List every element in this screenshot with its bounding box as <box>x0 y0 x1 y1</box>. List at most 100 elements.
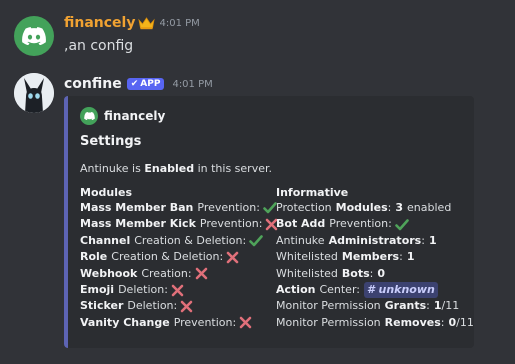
embed-author-name[interactable]: financely <box>104 109 165 123</box>
module-label: Creation: <box>141 266 192 280</box>
module-name: Webhook <box>80 266 138 280</box>
module-name: Role <box>80 250 108 264</box>
channel-mention[interactable]: # unknown <box>364 281 438 299</box>
info-key: Administrators <box>328 233 422 247</box>
module-row: Emoji Deletion: <box>80 282 278 298</box>
message-header: financely 4:01 PM <box>64 15 200 31</box>
informative-field: Informative Protection Modules:3 enabled Bo… <box>276 185 474 331</box>
desc-text: in this server. <box>197 162 272 175</box>
info-label: Prevention: <box>329 217 392 231</box>
info-key: Grants <box>384 299 427 313</box>
info-value: 1 <box>406 250 415 264</box>
message-header: confine ✔ APP 4:01 PM <box>64 76 213 92</box>
module-label: Creation & Deletion: <box>111 250 224 264</box>
module-row: Mass Member Ban Prevention: <box>80 200 278 216</box>
module-label: Deletion: <box>118 282 168 296</box>
timestamp: 4:01 PM <box>159 17 200 29</box>
embed: financely Settings Antinuke is Enabled i… <box>64 96 474 348</box>
info-row: Bot Add Prevention: <box>276 216 474 232</box>
username[interactable]: confine <box>64 76 122 92</box>
field-title: Informative <box>276 186 349 199</box>
info-key: Bots <box>341 266 370 280</box>
module-label: Prevention: <box>173 315 237 329</box>
timestamp: 4:01 PM <box>172 78 213 90</box>
cross-icon <box>226 251 239 264</box>
module-label: Creation & Deletion: <box>134 233 247 247</box>
info-value-suffix: /11 <box>456 315 474 329</box>
info-label: Antinuke <box>276 233 325 247</box>
module-name: Vanity Change <box>80 315 170 329</box>
info-label: : <box>387 201 392 214</box>
message-content: ,an config <box>64 38 134 54</box>
module-name: Mass Member Ban <box>80 201 194 214</box>
embed-title: Settings <box>80 134 142 149</box>
info-label: Whitelisted <box>276 250 338 264</box>
crown-icon <box>138 16 156 30</box>
desc-text: Antinuke is <box>80 162 141 175</box>
info-row: Monitor Permission Grants:1/11 <box>276 298 474 314</box>
info-label: Center: <box>319 282 360 296</box>
info-key: Modules <box>335 201 388 214</box>
info-value: 0 <box>377 266 386 280</box>
module-row: Channel Creation & Deletion: <box>80 233 278 249</box>
author-avatar[interactable] <box>80 107 98 125</box>
app-badge: ✔ APP <box>126 78 165 90</box>
embed-description: Antinuke is Enabled in this server. <box>80 162 272 175</box>
cross-icon <box>195 267 208 280</box>
module-label: Prevention: <box>199 217 263 231</box>
avatar[interactable] <box>14 73 54 113</box>
cross-icon <box>171 284 184 297</box>
module-label: Deletion: <box>127 299 178 313</box>
info-label: Monitor Permission <box>276 315 381 329</box>
info-row: Antinuke Administrators:1 <box>276 233 474 249</box>
info-label: : <box>440 315 445 329</box>
info-key: Action <box>276 282 316 296</box>
info-row: Whitelisted Members:1 <box>276 249 474 265</box>
info-row: Whitelisted Bots:0 <box>276 266 474 282</box>
info-label: Protection <box>276 201 332 214</box>
cross-icon <box>180 300 193 313</box>
module-row: Webhook Creation: <box>80 266 278 282</box>
info-label: : <box>399 250 403 264</box>
discord-logo-icon <box>83 112 95 120</box>
info-value-suffix: enabled <box>407 201 452 214</box>
module-name: Sticker <box>80 299 124 313</box>
info-row: Monitor Permission Removes:0/11 <box>276 315 474 331</box>
module-row: Vanity Change Prevention: <box>80 315 278 331</box>
modules-field: Modules Mass Member Ban Prevention: Mass M… <box>80 185 278 331</box>
info-value: 1 <box>428 233 437 247</box>
module-name: Channel <box>80 233 131 247</box>
info-value: 3 <box>395 201 404 214</box>
discord-logo-icon <box>22 27 46 45</box>
checkmark-icon <box>395 218 409 231</box>
avatar[interactable] <box>14 16 54 56</box>
info-key: Bot Add <box>276 217 326 231</box>
checkmark-icon <box>249 235 263 247</box>
info-key: Members <box>341 250 400 264</box>
checkmark-icon: ✔ <box>130 79 139 89</box>
module-row: Sticker Deletion: <box>80 298 278 314</box>
info-label: Whitelisted <box>276 266 338 280</box>
module-name: Mass Member Kick <box>80 217 196 231</box>
embed-author: financely <box>80 107 165 125</box>
info-label: : <box>369 266 374 280</box>
module-row: Mass Member Kick Prevention: <box>80 216 278 232</box>
app-badge-label: APP <box>140 79 161 89</box>
cat-avatar-icon <box>14 73 54 113</box>
info-value: 1 <box>433 299 442 313</box>
info-row: Protection Modules:3 enabled <box>276 200 474 216</box>
info-label: : <box>421 233 425 247</box>
module-name: Emoji <box>80 282 115 296</box>
info-value-suffix: /11 <box>441 299 460 313</box>
checkmark-icon <box>263 202 277 214</box>
module-label: Prevention: <box>197 201 260 214</box>
info-row: Action Center: # unknown <box>276 281 474 299</box>
cross-icon <box>239 316 252 329</box>
info-label: Monitor Permission <box>276 299 381 313</box>
field-title: Modules <box>80 186 132 199</box>
info-label: : <box>426 299 430 313</box>
username[interactable]: financely <box>64 15 135 31</box>
module-row: Role Creation & Deletion: <box>80 249 278 265</box>
info-value: 0 <box>448 315 457 329</box>
info-key: Removes <box>384 315 441 329</box>
